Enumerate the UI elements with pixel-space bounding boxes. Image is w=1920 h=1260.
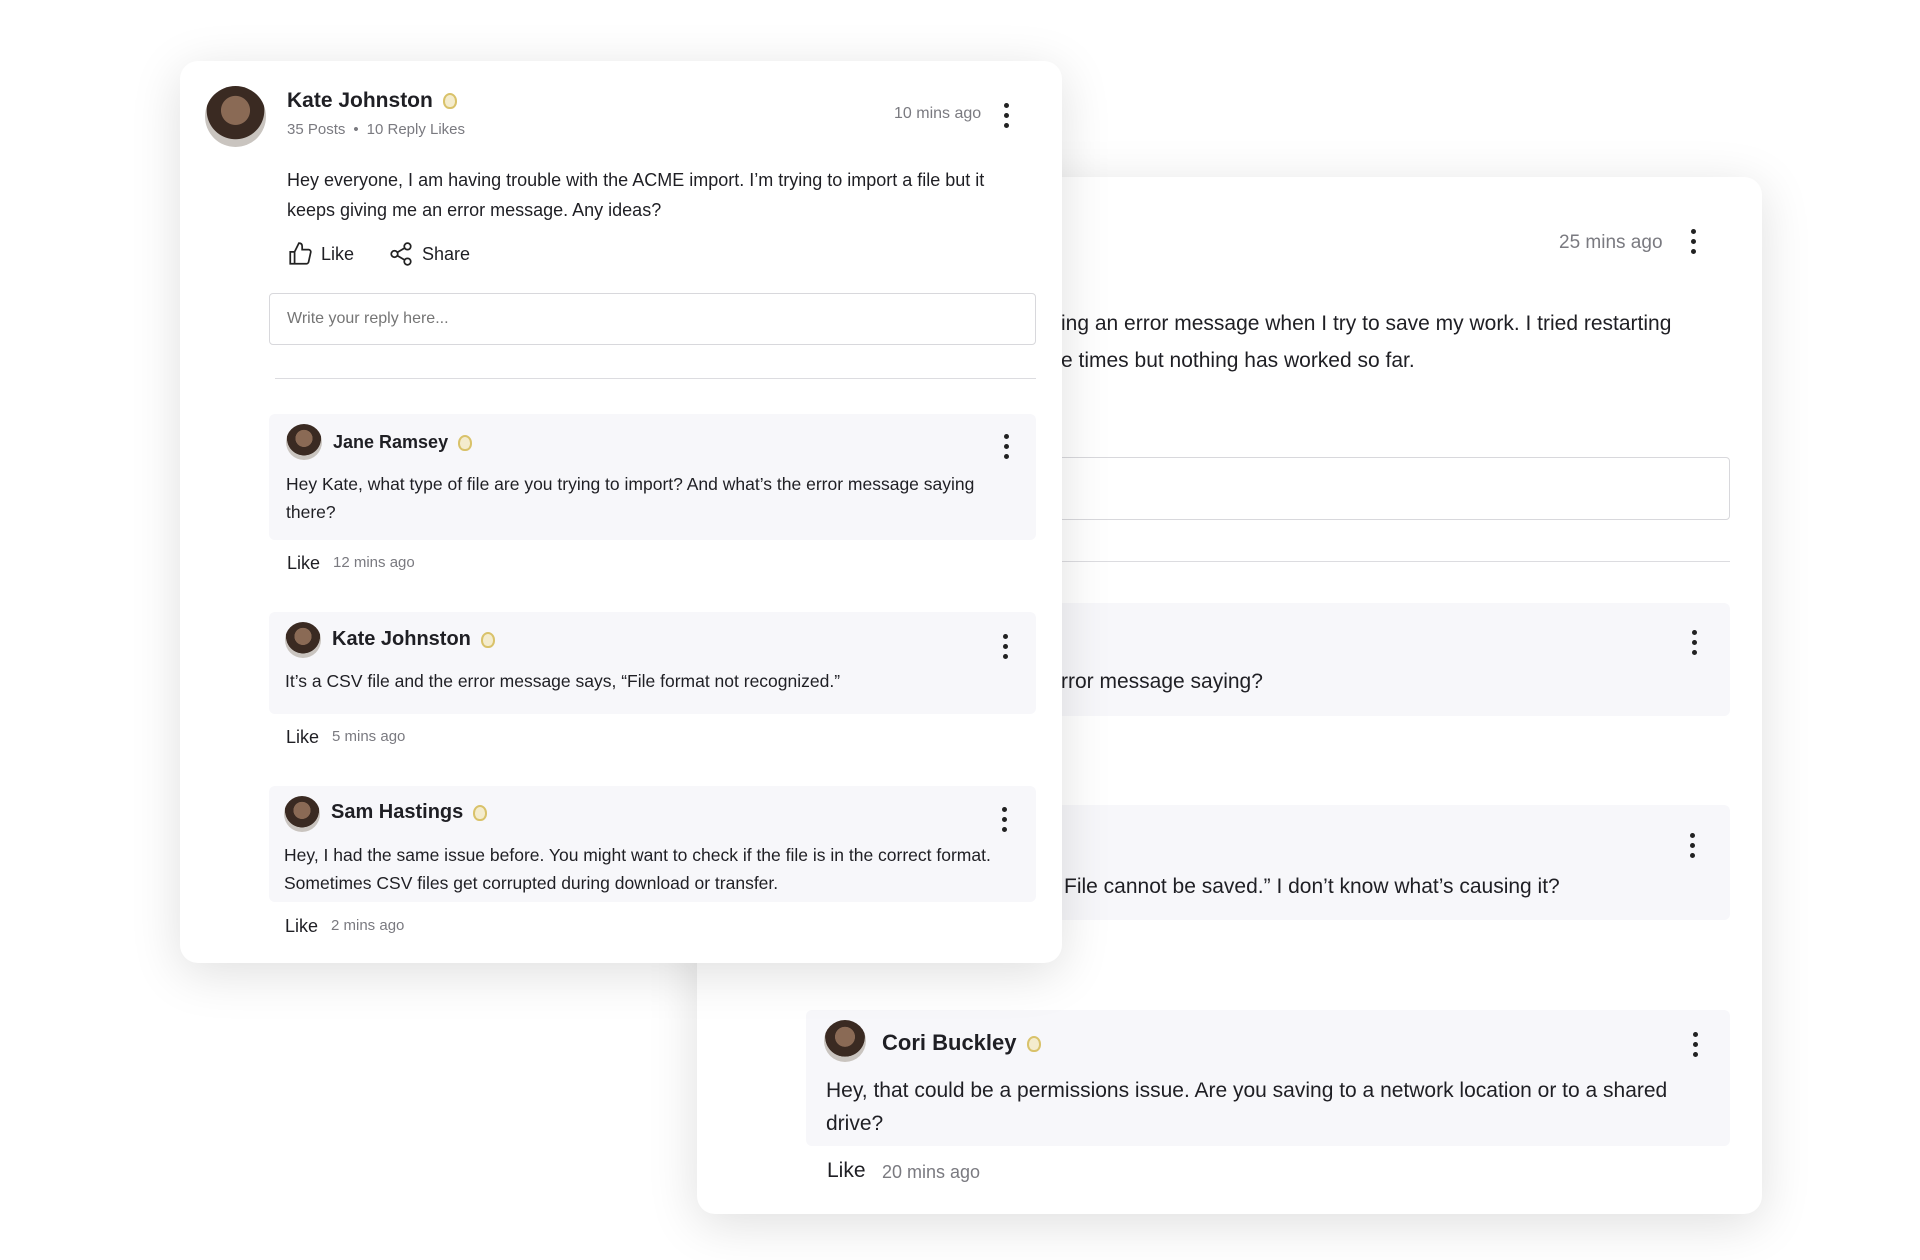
posts-count: 35 Posts (287, 121, 346, 138)
post-body: Hey everyone, I am having trouble with t… (287, 170, 985, 220)
badge-icon (473, 804, 488, 821)
reply-card: Jane Ramsey Hey Kate, what type of file … (269, 414, 1036, 540)
main-post-card: Kate Johnston 35 Posts • 10 Reply Likes 10… (180, 61, 1062, 963)
more-options-icon[interactable] (1691, 229, 1697, 254)
badge-icon (458, 435, 473, 452)
badge-icon (480, 631, 495, 648)
post-body: ing an error message when I try to save … (1061, 305, 1671, 379)
more-options-icon[interactable] (1004, 103, 1010, 128)
more-options-icon[interactable] (1003, 634, 1009, 659)
like-button[interactable]: Like (827, 1159, 866, 1183)
post-body-line: ing an error message when I try to save … (1061, 312, 1672, 335)
reply-author-row: Sam Hastings (331, 801, 488, 824)
reply-card: Kate Johnston It’s a CSV file and the er… (269, 612, 1036, 714)
reply-card: Cori Buckley Hey, that could be a permis… (806, 1010, 1730, 1146)
reply-card: Sam Hastings Hey, I had the same issue b… (269, 786, 1036, 902)
thumbs-up-icon (289, 242, 312, 265)
more-options-icon[interactable] (1004, 434, 1010, 459)
like-button[interactable]: Like (286, 727, 319, 748)
author-stats: 35 Posts • 10 Reply Likes (287, 121, 465, 138)
reply-text: Hey Kate, what type of file are you tryi… (286, 474, 975, 522)
reply-text: rror message saying? (1061, 670, 1263, 693)
more-options-icon[interactable] (1690, 833, 1696, 858)
avatar (205, 86, 266, 147)
more-options-icon[interactable] (1002, 807, 1008, 832)
badge-icon (1026, 1036, 1041, 1053)
post-body-line: e times but nothing has worked so far. (1061, 349, 1415, 372)
reply-time: 2 mins ago (331, 917, 405, 934)
avatar (286, 424, 322, 460)
avatar (824, 1020, 866, 1062)
reply-time: 5 mins ago (332, 728, 406, 745)
like-button[interactable]: Like (285, 916, 318, 937)
divider (275, 378, 1036, 379)
reply-author: Cori Buckley (882, 1030, 1017, 1055)
like-label: Like (321, 243, 355, 264)
reply-text: Hey, I had the same issue before. You mi… (284, 845, 991, 893)
more-options-icon[interactable] (1692, 630, 1698, 655)
reply-author-row: Jane Ramsey (333, 432, 473, 453)
reply-author-row: Kate Johnston (332, 628, 495, 651)
avatar (284, 796, 320, 832)
avatar (285, 622, 321, 658)
reply-time: 20 mins ago (882, 1162, 981, 1182)
dot-separator: • (353, 121, 359, 138)
more-options-icon[interactable] (1693, 1032, 1699, 1057)
author-name[interactable]: Kate Johnston (287, 89, 433, 112)
like-button[interactable]: Like (287, 241, 354, 267)
reply-text: Hey, that could be a permissions issue. … (826, 1079, 1668, 1135)
reply-time: 12 mins ago (333, 554, 415, 571)
share-icon (390, 242, 412, 266)
reply-author-row: Cori Buckley (882, 1030, 1041, 1056)
reply-author: Sam Hastings (331, 801, 464, 823)
like-button[interactable]: Like (287, 553, 320, 574)
reply-text: It’s a CSV file and the error message sa… (285, 671, 841, 691)
post-time: 10 mins ago (894, 105, 982, 122)
reply-author: Jane Ramsey (333, 432, 449, 452)
reply-input[interactable] (269, 293, 1036, 345)
post-time: 25 mins ago (1559, 232, 1663, 253)
reply-likes-count: 10 Reply Likes (366, 121, 466, 138)
share-label: Share (422, 243, 471, 264)
share-button[interactable]: Share (388, 241, 470, 267)
reply-author: Kate Johnston (332, 628, 471, 650)
reply-text: File cannot be saved.” I don’t know what… (1064, 875, 1560, 898)
author-row: Kate Johnston (287, 89, 457, 113)
badge-icon (442, 93, 457, 110)
